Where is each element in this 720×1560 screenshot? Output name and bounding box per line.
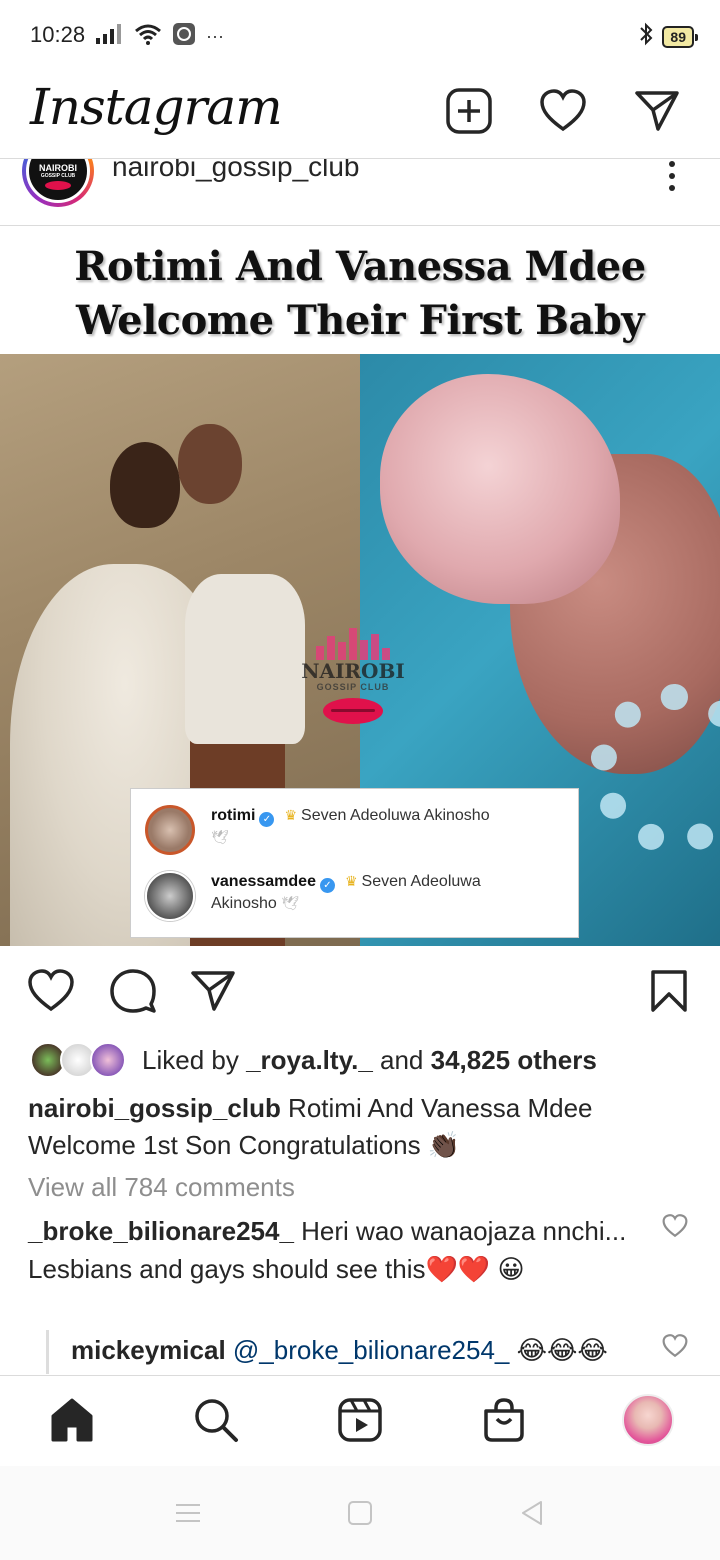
more-status-icon: ··· [206, 25, 224, 46]
embedded-comment-user: vanessamdee [211, 873, 316, 890]
watermark-subtitle: GOSSIP CLUB [316, 682, 390, 692]
profile-avatar [622, 1394, 674, 1446]
embedded-comment: vanessamdee ✓ ♛ Seven Adeoluwa Akinosho 🕊 [145, 871, 541, 921]
avatar-text: NAIROBI [39, 163, 77, 173]
search-icon[interactable] [190, 1394, 242, 1446]
comment-reply: mickeymical @_broke_bilionare254_ 😂😂😂 [46, 1330, 646, 1374]
dove-icon: 🕊 [281, 895, 300, 911]
post-headline: Rotimi And Vanessa Mdee Welcome Their Fi… [74, 243, 646, 344]
home-square-icon[interactable] [340, 1496, 380, 1530]
crown-icon: ♛ [284, 807, 298, 823]
reels-icon[interactable] [334, 1394, 386, 1446]
post-caption: nairobi_gossip_club Rotimi And Vanessa M… [28, 1090, 678, 1164]
verified-badge-icon: ✓ [259, 812, 275, 827]
whatsapp-icon [172, 22, 196, 51]
heart-icon[interactable] [538, 86, 588, 136]
reply-like-icon[interactable] [662, 1334, 688, 1360]
avatar [145, 871, 195, 921]
profile-tab[interactable] [622, 1394, 674, 1446]
shirt-shape [185, 574, 305, 744]
crown-icon: ♛ [344, 873, 358, 889]
share-button[interactable] [188, 966, 238, 1016]
post-author-avatar[interactable]: NAIROBI GOSSIP CLUB [22, 159, 94, 207]
liker-username[interactable]: _roya.lty._ [246, 1045, 373, 1075]
status-icons: ··· [96, 22, 224, 50]
app-header: Instagram [0, 72, 720, 158]
embedded-comments-card: rotimi ✓ ♛ Seven Adeoluwa Akinosho 🕊 vanessa… [130, 788, 579, 938]
battery-indicator: 89 [662, 25, 698, 48]
comment-like-icon[interactable] [662, 1214, 688, 1240]
signal-icon [96, 23, 124, 49]
status-bar: 10:28 ··· 89 [0, 0, 720, 72]
avatar-subtext: GOSSIP CLUB [40, 173, 76, 179]
avatar [90, 1042, 126, 1078]
embedded-comment: rotimi ✓ ♛ Seven Adeoluwa Akinosho 🕊 [145, 805, 490, 855]
embedded-comment-user: rotimi [211, 807, 256, 824]
caption-username[interactable]: nairobi_gossip_club [28, 1093, 281, 1123]
lips-logo-icon [45, 181, 71, 190]
watermark-title: NAIROBI [301, 659, 405, 683]
likes-middle: and [372, 1044, 431, 1075]
reply-mention[interactable]: @_broke_bilionare254_ [226, 1335, 509, 1365]
post-header: NAIROBI GOSSIP CLUB nairobi_gossip_club [0, 158, 720, 226]
save-bookmark-button[interactable] [644, 966, 694, 1016]
liker-avatars [30, 1040, 130, 1080]
like-button[interactable] [26, 966, 76, 1016]
system-navigation-bar [0, 1466, 720, 1560]
shop-icon[interactable] [478, 1394, 530, 1446]
comment-username[interactable]: _broke_bilionare254_ [28, 1216, 294, 1246]
reply-username[interactable]: mickeymical [71, 1335, 226, 1365]
menu-icon[interactable] [168, 1496, 208, 1530]
wifi-icon [134, 23, 162, 50]
verified-badge-icon: ✓ [319, 878, 335, 893]
likes-summary[interactable]: Liked by _roya.lty._ and 34,825 others [30, 1038, 597, 1082]
woman-head-shape [110, 442, 180, 528]
more-options-icon[interactable] [660, 161, 684, 191]
status-right: 89 [638, 22, 698, 51]
comment-button[interactable] [108, 966, 158, 1016]
post-author-username[interactable]: nairobi_gossip_club [112, 159, 360, 183]
dove-icon: 🕊 [211, 829, 229, 845]
instagram-logo[interactable]: Instagram [30, 78, 283, 136]
comment-item: _broke_bilionare254_ Heri wao wanaojaza … [28, 1212, 648, 1288]
post-action-bar [0, 946, 720, 1036]
back-triangle-icon[interactable] [512, 1496, 552, 1530]
embedded-comment-body: Seven Adeoluwa Akinosho [301, 807, 490, 824]
direct-message-icon[interactable] [632, 86, 682, 136]
bluetooth-icon [638, 22, 654, 51]
reply-text: 😂😂😂 [509, 1335, 608, 1365]
likes-text: Liked by _roya.lty._ and 34,825 others [142, 1045, 597, 1076]
post-image[interactable]: Rotimi And Vanessa Mdee Welcome Their Fi… [0, 226, 720, 946]
bottom-navigation [0, 1375, 720, 1465]
skyline-icon [298, 626, 408, 660]
watermark-logo: NAIROBI GOSSIP CLUB [298, 626, 408, 724]
lips-icon [323, 698, 383, 724]
view-all-comments-link[interactable]: View all 784 comments [28, 1172, 295, 1203]
home-icon[interactable] [46, 1394, 98, 1446]
likes-count[interactable]: 34,825 others [431, 1045, 597, 1075]
likes-prefix: Liked by [142, 1044, 247, 1075]
new-post-icon[interactable] [444, 86, 494, 136]
header-actions [444, 86, 682, 136]
man-head-shape [178, 424, 242, 504]
embedded-comment-text: vanessamdee ✓ ♛ Seven Adeoluwa Akinosho 🕊 [211, 871, 541, 921]
embedded-comment-text: rotimi ✓ ♛ Seven Adeoluwa Akinosho 🕊 [211, 805, 490, 855]
avatar [145, 805, 195, 855]
status-time: 10:28 [30, 22, 86, 47]
baby-fist-shape [380, 374, 620, 604]
